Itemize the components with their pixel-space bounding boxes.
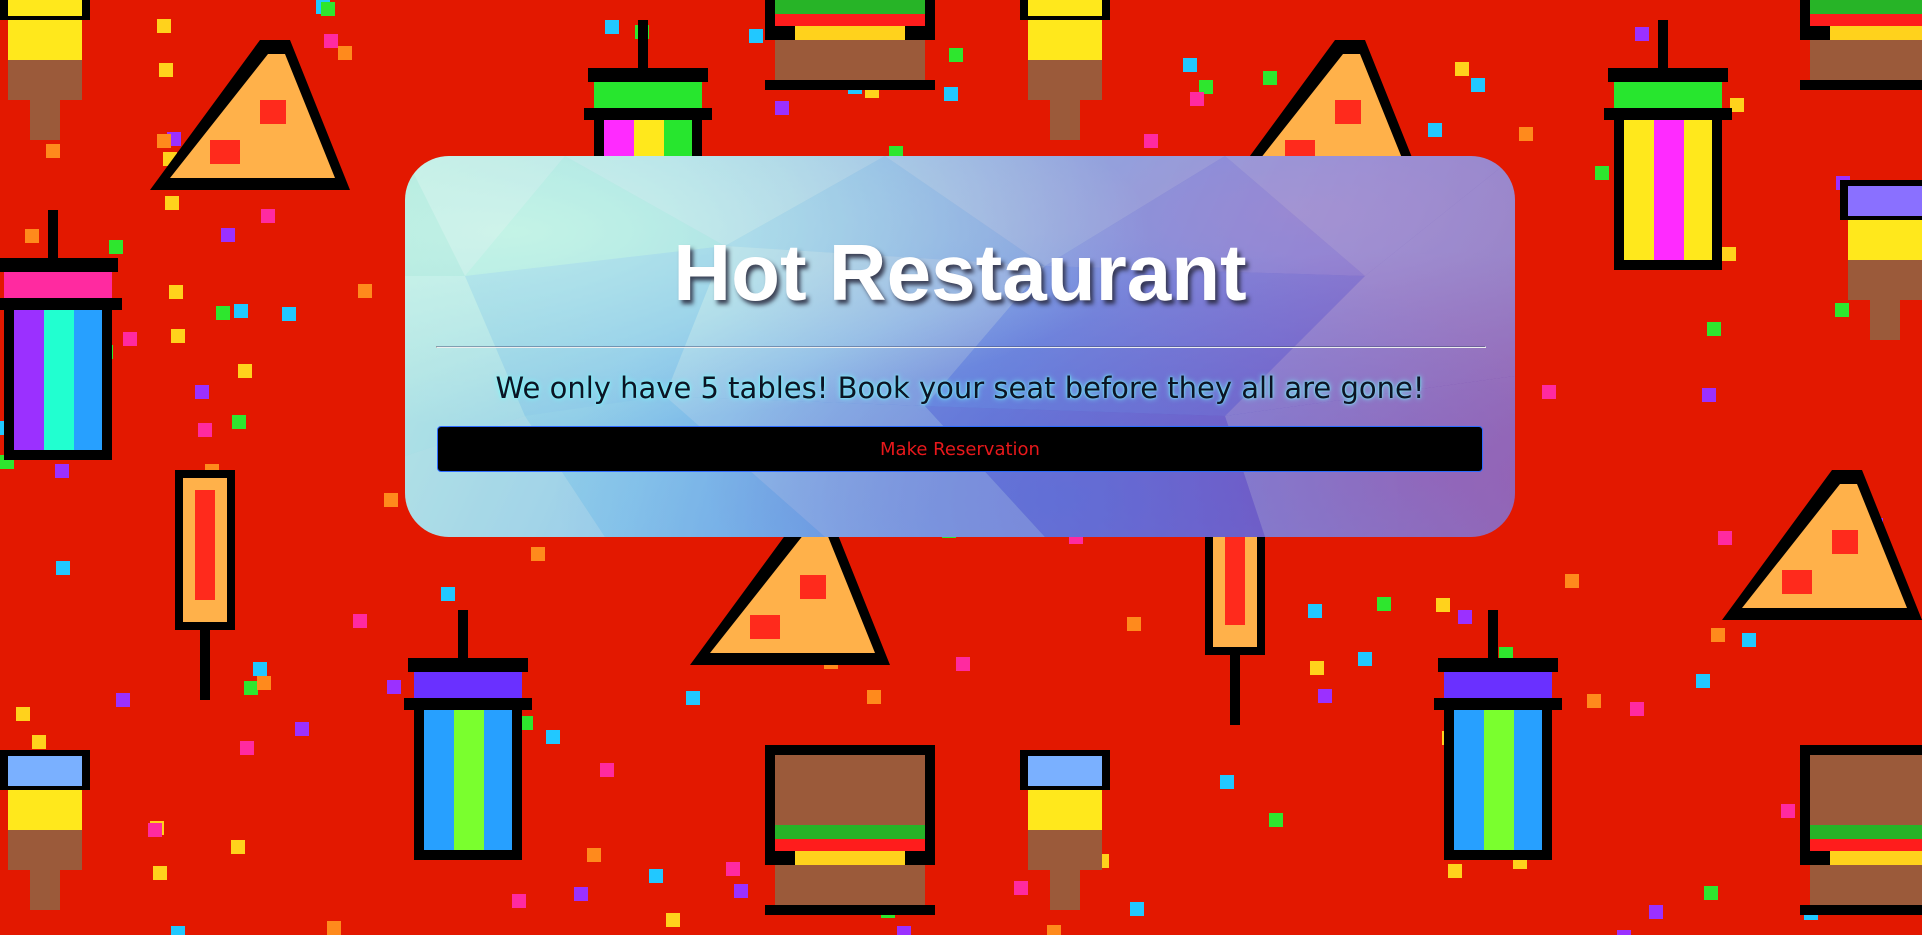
tagline-text: We only have 5 tables! Book your seat be… (495, 371, 1425, 405)
reservation-hero-panel: Hot Restaurant We only have 5 tables! Bo… (405, 156, 1515, 537)
make-reservation-button[interactable]: Make Reservation (437, 426, 1483, 472)
divider (436, 346, 1486, 348)
burger-icon (765, 745, 935, 915)
burger-icon (1800, 0, 1922, 90)
burger-icon (765, 0, 935, 90)
burger-icon (1800, 745, 1922, 915)
page-title: Hot Restaurant (673, 228, 1247, 317)
